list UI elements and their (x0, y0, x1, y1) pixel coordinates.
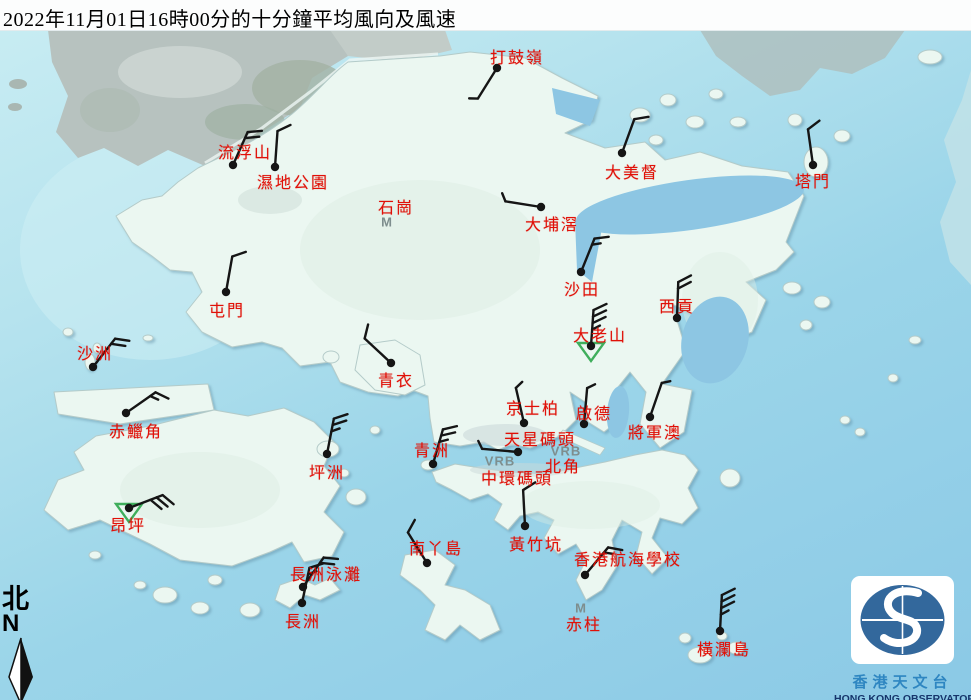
station-label: 塔門 (795, 168, 831, 192)
station-label: 啟德 (576, 400, 612, 424)
station-dot (323, 450, 331, 458)
station-label: 中環碼頭 (481, 465, 553, 489)
station-dot (716, 627, 724, 635)
wind-map: 打鼓嶺流浮山濕地公園石崗M大埔滘大美督塔門沙田西貢大老山屯門沙洲赤鱲角青衣昂坪坪… (0, 0, 971, 700)
station-label: 赤鱲角 (109, 418, 163, 442)
station-dot (581, 571, 589, 579)
station-label: 京士柏 (506, 395, 560, 419)
station-label: 大老山 (573, 322, 627, 346)
north-label-letter: N (2, 613, 44, 635)
station-dot (618, 149, 626, 157)
station-label: 濕地公園 (257, 169, 329, 193)
hko-name-english: HONG KONG OBSERVATORY (834, 693, 971, 700)
station-label: 黃竹坑 (509, 531, 563, 555)
station-label: 打鼓嶺 (490, 44, 544, 68)
station-label: 大埔滘 (525, 211, 579, 235)
station-label: 流浮山 (218, 139, 272, 163)
station-label: 屯門 (209, 297, 245, 321)
station-dot (521, 522, 529, 530)
station-label: 長洲 (285, 608, 321, 632)
hko-emblem-icon (851, 576, 954, 664)
hko-logo: 香港天文台 HONG KONG OBSERVATORY (834, 576, 971, 700)
station-dot (577, 268, 585, 276)
station-dot (423, 559, 431, 567)
station-dot (298, 599, 306, 607)
station-label: 青洲 (414, 437, 450, 461)
map-title: 2022年11月01日16時00分的十分鐘平均風向及風速 (0, 0, 456, 32)
title-bar: 2022年11月01日16時00分的十分鐘平均風向及風速 (0, 0, 971, 31)
station-dot (125, 504, 133, 512)
station-label: 西貢 (659, 293, 695, 317)
station-dot (89, 363, 97, 371)
station-label: 大美督 (605, 159, 659, 183)
station-label: 青衣 (378, 367, 414, 391)
station-label: 沙田 (564, 276, 600, 300)
station-label: 昂坪 (110, 512, 146, 536)
missing-data-marker: M (381, 215, 393, 230)
station-label: 將軍澳 (628, 419, 682, 443)
station-dot (429, 460, 437, 468)
station-label: 香港航海學校 (574, 546, 682, 570)
station-dot (122, 409, 130, 417)
station-dot (387, 359, 395, 367)
hong-kong-basemap (0, 0, 971, 700)
north-label-chinese: 北 (2, 586, 44, 613)
hko-name-chinese: 香港天文台 (834, 671, 971, 692)
variable-wind-marker: VRB (551, 444, 581, 459)
north-arrow: 北 N (2, 586, 44, 700)
station-label: 長洲泳灘 (290, 561, 362, 585)
station-label: 橫瀾島 (697, 636, 751, 660)
compass-needle-icon (2, 635, 42, 700)
station-dot (222, 288, 230, 296)
station-label: 南丫島 (409, 535, 463, 559)
station-dot (537, 203, 545, 211)
station-label: 沙洲 (77, 340, 113, 364)
station-label: 坪洲 (309, 459, 345, 483)
missing-data-marker: M (575, 601, 587, 616)
wind-barb (716, 588, 735, 635)
